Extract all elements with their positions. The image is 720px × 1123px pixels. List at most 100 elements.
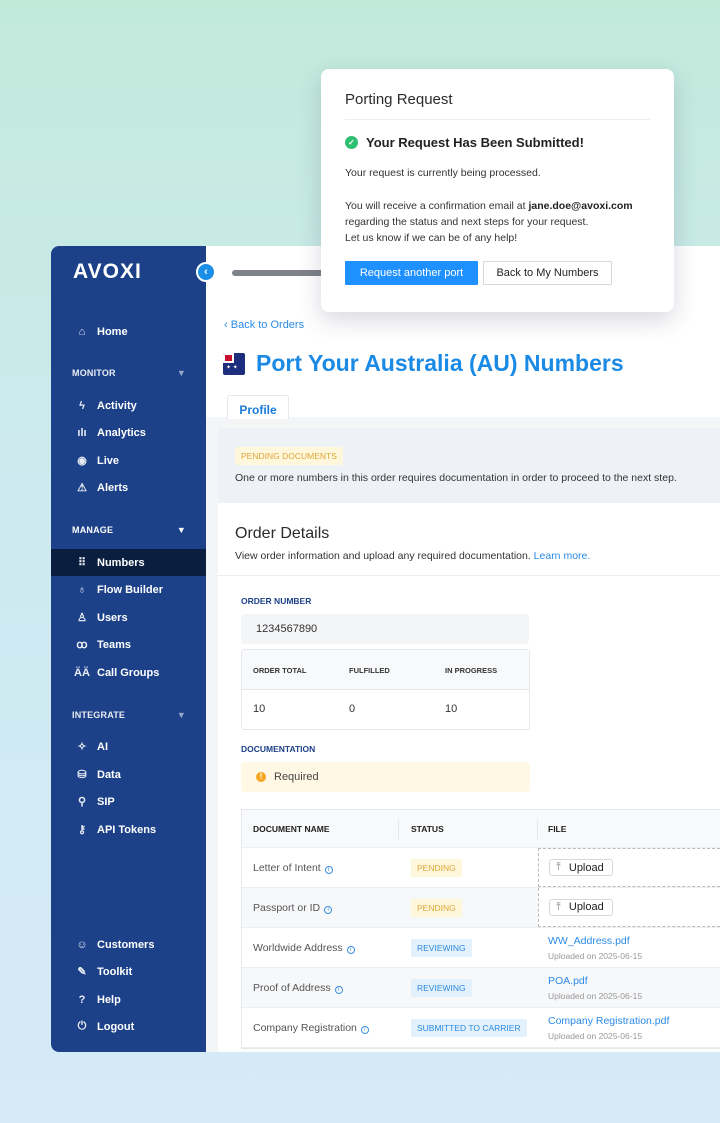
status-badge: REVIEWING — [411, 939, 472, 957]
table-row: Company Registration i SUBMITTED TO CARRIE… — [242, 1008, 720, 1048]
info-icon[interactable]: i — [360, 1025, 369, 1034]
help-icon: ? — [78, 993, 86, 1006]
documents-table: DOCUMENT NAME STATUS FILE Letter of Intent… — [241, 809, 720, 1049]
sidebar-item-live[interactable]: ◉ Live — [51, 447, 206, 474]
warning-icon: ! — [256, 772, 266, 782]
bar-chart-icon: ılı — [77, 426, 87, 439]
warning-icon: ⚠ — [77, 482, 87, 494]
check-circle-icon: ✓ — [345, 136, 358, 149]
order-number-field: 1234567890 — [241, 614, 529, 644]
sidebar-item-ai[interactable]: ✧ AI — [51, 733, 206, 760]
sidebar-item-sip[interactable]: ⚲ SIP — [51, 788, 206, 815]
document-name: Letter of Intent — [253, 861, 321, 874]
order-stats: ORDER TOTAL FULFILLED IN PROGRESS 10 0 10 — [241, 649, 530, 730]
section-manage[interactable]: MANAGE ▼ — [72, 525, 186, 535]
team-icon: ꝏ — [76, 639, 88, 651]
info-icon[interactable]: i — [324, 905, 333, 914]
live-icon: ◉ — [77, 455, 87, 467]
modal-text: You will receive a confirmation email at… — [345, 200, 633, 244]
section-integrate[interactable]: INTEGRATE ▼ — [72, 710, 186, 720]
power-icon: ⏻ — [77, 1020, 87, 1032]
sidebar-item-toolkit[interactable]: ✎ Toolkit — [51, 958, 206, 985]
in-progress-value: 10 — [445, 703, 458, 715]
stat-header: FULFILLED — [349, 666, 390, 675]
flow-icon: ♁ — [77, 583, 87, 596]
section-monitor[interactable]: MONITOR ▼ — [72, 368, 186, 378]
avoxi-logo: AVOXI — [73, 260, 142, 283]
sidebar-item-customers[interactable]: ☺ Customers — [51, 931, 206, 958]
caret-down-icon: ▼ — [176, 710, 186, 720]
main-content: ‹ Back to Orders ✦ ✦ Port Your Australia… — [206, 246, 720, 1052]
sidebar-item-teams[interactable]: ꝏ Teams — [51, 631, 206, 658]
divider — [345, 119, 650, 120]
tab-profile[interactable]: Profile — [227, 395, 289, 419]
australia-flag-icon: ✦ ✦ — [223, 353, 245, 375]
sidebar-item-call-groups[interactable]: ÄÄ Call Groups — [51, 659, 206, 686]
status-badge: PENDING — [411, 859, 462, 877]
plug-icon: ⚷ — [77, 824, 87, 836]
table-row: Letter of Intent i PENDING ⤒ Upload — [242, 848, 720, 888]
sidebar: AVOXI ⌂ Home MONITOR ▼ ϟ Activity ılı Analyt… — [51, 246, 206, 1052]
info-icon[interactable]: i — [334, 985, 343, 994]
order-details-title: Order Details — [235, 525, 330, 542]
sidebar-item-flow-builder[interactable]: ♁ Flow Builder — [51, 576, 206, 603]
app-window: AVOXI ⌂ Home MONITOR ▼ ϟ Activity ılı Analyt… — [51, 246, 720, 1052]
user-icon: ♙ — [77, 612, 87, 624]
sip-icon: ⚲ — [77, 796, 87, 808]
file-link[interactable]: Company Registration.pdf — [548, 1015, 720, 1027]
page-title: Port Your Australia (AU) Numbers — [256, 350, 624, 376]
document-name: Company Registration — [253, 1021, 357, 1034]
database-icon: ⛁ — [77, 769, 87, 781]
sidebar-item-users[interactable]: ♙ Users — [51, 604, 206, 631]
sidebar-item-activity[interactable]: ϟ Activity — [51, 392, 206, 419]
upload-icon: ⤒ — [556, 900, 561, 913]
stat-header: ORDER TOTAL — [253, 666, 307, 675]
pending-documents-badge: PENDING DOCUMENTS — [235, 447, 343, 465]
info-icon[interactable]: i — [324, 865, 333, 874]
learn-more-link[interactable]: Learn more. — [534, 550, 591, 562]
column-header: STATUS — [399, 818, 538, 839]
order-details-subtitle: View order information and upload any re… — [235, 550, 591, 562]
request-another-port-button[interactable]: Request another port — [345, 261, 478, 285]
sparkle-icon: ✧ — [77, 741, 87, 753]
customer-icon: ☺ — [76, 938, 88, 951]
order-total-value: 10 — [253, 703, 266, 715]
sidebar-item-home[interactable]: ⌂ Home — [51, 318, 206, 345]
back-to-orders-link[interactable]: ‹ Back to Orders — [224, 319, 304, 331]
success-heading: ✓ Your Request Has Been Submitted! — [345, 135, 584, 150]
table-row: Worldwide Address i REVIEWING WW_Address.pd… — [242, 928, 720, 968]
caret-down-icon: ▼ — [176, 525, 186, 535]
upload-icon: ⤒ — [556, 861, 561, 873]
order-details-card: Order Details View order information and… — [218, 503, 720, 1052]
upload-button[interactable]: ⤒ Upload — [549, 859, 613, 876]
upload-date: Uploaded on 2025-06-15 — [548, 1030, 643, 1041]
email: jane.doe@avoxi.com — [528, 200, 633, 212]
home-icon: ⌂ — [78, 325, 86, 338]
sidebar-item-numbers[interactable]: ⠿ Numbers — [51, 549, 206, 576]
upload-date: Uploaded on 2025-06-15 — [548, 950, 643, 961]
dialpad-icon: ⠿ — [77, 557, 87, 569]
sidebar-item-alerts[interactable]: ⚠ Alerts — [51, 474, 206, 501]
status-badge: PENDING — [411, 899, 462, 917]
sidebar-item-data[interactable]: ⛁ Data — [51, 761, 206, 788]
document-name: Passport or ID — [253, 901, 321, 914]
caret-down-icon: ▼ — [176, 368, 186, 378]
sidebar-item-logout[interactable]: ⏻ Logout — [51, 1013, 206, 1040]
status-badge: REVIEWING — [411, 979, 472, 997]
lightning-icon: ϟ — [79, 399, 85, 412]
sidebar-item-api-tokens[interactable]: ⚷ API Tokens — [51, 816, 206, 843]
wrench-icon: ✎ — [77, 966, 87, 978]
porting-request-modal: Porting Request ✓ Your Request Has Been S… — [321, 69, 674, 312]
required-notice: ! Required — [241, 762, 530, 792]
collapse-sidebar-button[interactable]: ‹ — [196, 262, 216, 282]
info-icon[interactable]: i — [346, 945, 355, 954]
back-to-my-numbers-button[interactable]: Back to My Numbers — [483, 261, 612, 285]
file-link[interactable]: POA.pdf — [548, 975, 720, 987]
sidebar-item-help[interactable]: ? Help — [51, 986, 206, 1013]
sidebar-item-analytics[interactable]: ılı Analytics — [51, 419, 206, 446]
upload-button[interactable]: ⤒ Upload — [549, 898, 613, 916]
file-link[interactable]: WW_Address.pdf — [548, 935, 720, 947]
table-header: DOCUMENT NAME STATUS FILE — [242, 810, 720, 848]
pending-banner: PENDING DOCUMENTS One or more numbers in… — [218, 428, 720, 503]
document-name: Worldwide Address — [253, 941, 343, 954]
